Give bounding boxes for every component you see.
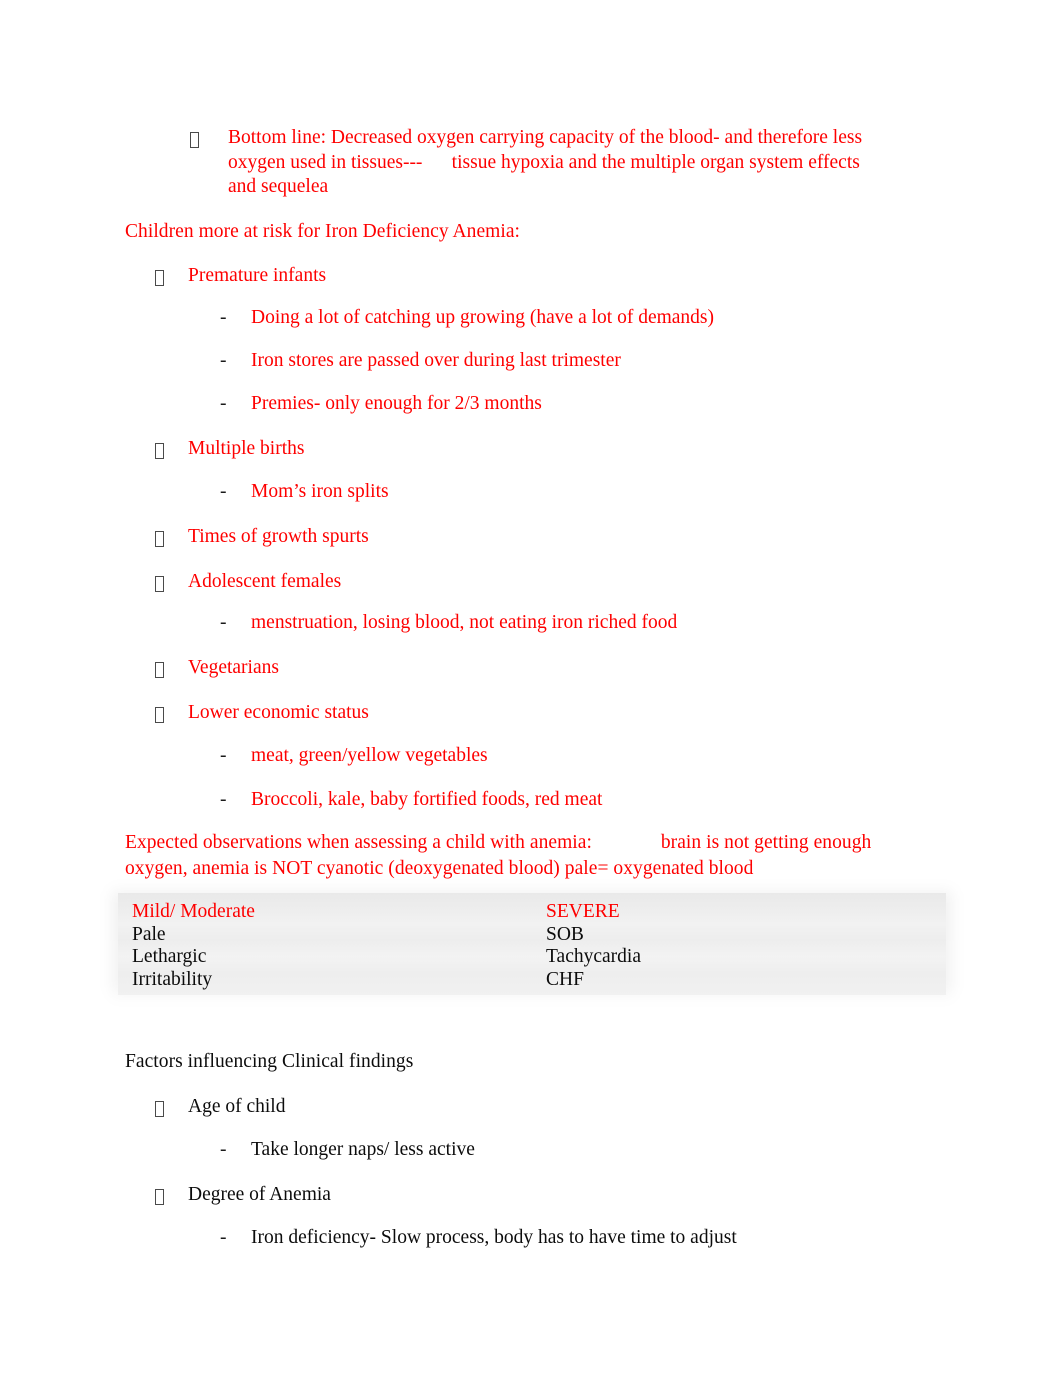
table-cell: CHF bbox=[546, 968, 584, 990]
bullet-label: Times of growth spurts bbox=[188, 526, 369, 547]
tofu-bullet-icon bbox=[155, 1183, 188, 1208]
sub-bullet-text: Broccoli, kale, baby fortified foods, re… bbox=[251, 789, 603, 810]
sub-bullet-text: Mom’s iron splits bbox=[251, 481, 389, 502]
dash-bullet-icon: - bbox=[220, 481, 227, 502]
dash-bullet-icon: - bbox=[220, 745, 227, 766]
sub-bullet-broccoli-kale: - Broccoli, kale, baby fortified foods, … bbox=[220, 788, 602, 813]
table-cell: SOB bbox=[546, 923, 584, 945]
dash-bullet-icon: - bbox=[220, 393, 227, 414]
bullet-label: Multiple births bbox=[188, 438, 305, 459]
sub-bullet-iron-stores: - Iron stores are passed over during las… bbox=[220, 349, 621, 374]
tofu-bullet-icon bbox=[155, 656, 188, 681]
bullet-degree-of-anemia: Degree of Anemia bbox=[155, 1183, 331, 1208]
sub-bullet-text: Doing a lot of catching up growing (have… bbox=[251, 307, 715, 328]
table-header-mild-moderate: Mild/ Moderate bbox=[132, 901, 255, 922]
tofu-bullet-icon bbox=[190, 126, 228, 151]
tofu-bullet-icon bbox=[155, 570, 188, 595]
table-cell: Lethargic bbox=[132, 946, 207, 968]
sub-bullet-iron-deficiency-slow-process: - Iron deficiency- Slow process, body ha… bbox=[220, 1226, 737, 1251]
bullet-label: Adolescent females bbox=[188, 571, 342, 592]
sub-bullet-take-longer-naps: - Take longer naps/ less active bbox=[220, 1138, 475, 1163]
table-column-severe: SEVERE SOB Tachycardia CHF bbox=[532, 893, 946, 995]
bullet-times-of-growth-spurts: Times of growth spurts bbox=[155, 525, 369, 550]
heading-children-at-risk: Children more at risk for Iron Deficienc… bbox=[125, 221, 521, 242]
sub-bullet-text: Iron stores are passed over during last … bbox=[251, 350, 621, 371]
sub-bullet-moms-iron-splits: - Mom’s iron splits bbox=[220, 480, 389, 505]
table-cell: Tachycardia bbox=[546, 946, 641, 968]
bullet-adolescent-females: Adolescent females bbox=[155, 570, 341, 595]
sub-bullet-text: menstruation, losing blood, not eating i… bbox=[251, 612, 678, 633]
dash-bullet-icon: - bbox=[220, 612, 227, 633]
bullet-multiple-births: Multiple births bbox=[155, 437, 304, 462]
bullet-label: Age of child bbox=[188, 1096, 286, 1117]
tofu-bullet-icon bbox=[155, 525, 188, 550]
dash-bullet-icon: - bbox=[220, 1227, 227, 1248]
bullet-vegetarians: Vegetarians bbox=[155, 656, 279, 681]
expected-observations-line-1: Expected observations when assessing a c… bbox=[125, 832, 872, 853]
sub-bullet-meat-vegetables: - meat, green/yellow vegetables bbox=[220, 744, 488, 769]
dash-bullet-icon: - bbox=[220, 307, 227, 328]
table-column-mild-moderate: Mild/ Moderate Pale Lethargic Irritabili… bbox=[118, 893, 532, 995]
sub-bullet-text: Take longer naps/ less active bbox=[251, 1139, 475, 1160]
dash-bullet-icon: - bbox=[220, 350, 227, 371]
sub-bullet-text: Premies- only enough for 2/3 months bbox=[251, 393, 542, 414]
table-cell: Pale bbox=[132, 923, 166, 945]
bullet-premature-infants: Premature infants bbox=[155, 264, 326, 289]
sub-bullet-text: Iron deficiency- Slow process, body has … bbox=[251, 1227, 737, 1248]
bullet-bottom-line: Bottom line: Decreased oxygen carrying c… bbox=[190, 126, 890, 200]
sub-bullet-catching-up-growing: - Doing a lot of catching up growing (ha… bbox=[220, 306, 714, 331]
heading-factors-influencing: Factors influencing Clinical findings bbox=[125, 1051, 414, 1072]
sub-bullet-text: meat, green/yellow vegetables bbox=[251, 745, 488, 766]
tofu-bullet-icon bbox=[155, 1095, 188, 1120]
bullet-label: Vegetarians bbox=[188, 657, 279, 678]
tofu-bullet-icon bbox=[155, 701, 188, 726]
tofu-bullet-icon bbox=[155, 437, 188, 462]
sub-bullet-menstruation: - menstruation, losing blood, not eating… bbox=[220, 611, 677, 636]
bullet-age-of-child: Age of child bbox=[155, 1095, 285, 1120]
table-header-severe: SEVERE bbox=[546, 901, 620, 922]
sub-bullet-premies-months: - Premies- only enough for 2/3 months bbox=[220, 392, 542, 417]
table-cell: Irritability bbox=[132, 968, 213, 990]
severity-table: Mild/ Moderate Pale Lethargic Irritabili… bbox=[112, 888, 952, 1000]
expected-observations-line-2: oxygen, anemia is NOT cyanotic (deoxygen… bbox=[125, 858, 754, 879]
document-page: Bottom line: Decreased oxygen carrying c… bbox=[0, 0, 1062, 1376]
bullet-label: Lower economic status bbox=[188, 702, 369, 723]
bullet-label: Premature infants bbox=[188, 265, 327, 286]
dash-bullet-icon: - bbox=[220, 1139, 227, 1160]
dash-bullet-icon: - bbox=[220, 789, 227, 810]
table-body: Mild/ Moderate Pale Lethargic Irritabili… bbox=[118, 893, 946, 995]
bullet-label: Degree of Anemia bbox=[188, 1184, 331, 1205]
bullet-bottom-line-text: Bottom line: Decreased oxygen carrying c… bbox=[228, 127, 867, 197]
tofu-bullet-icon bbox=[155, 264, 188, 289]
bullet-lower-economic-status: Lower economic status bbox=[155, 701, 369, 726]
